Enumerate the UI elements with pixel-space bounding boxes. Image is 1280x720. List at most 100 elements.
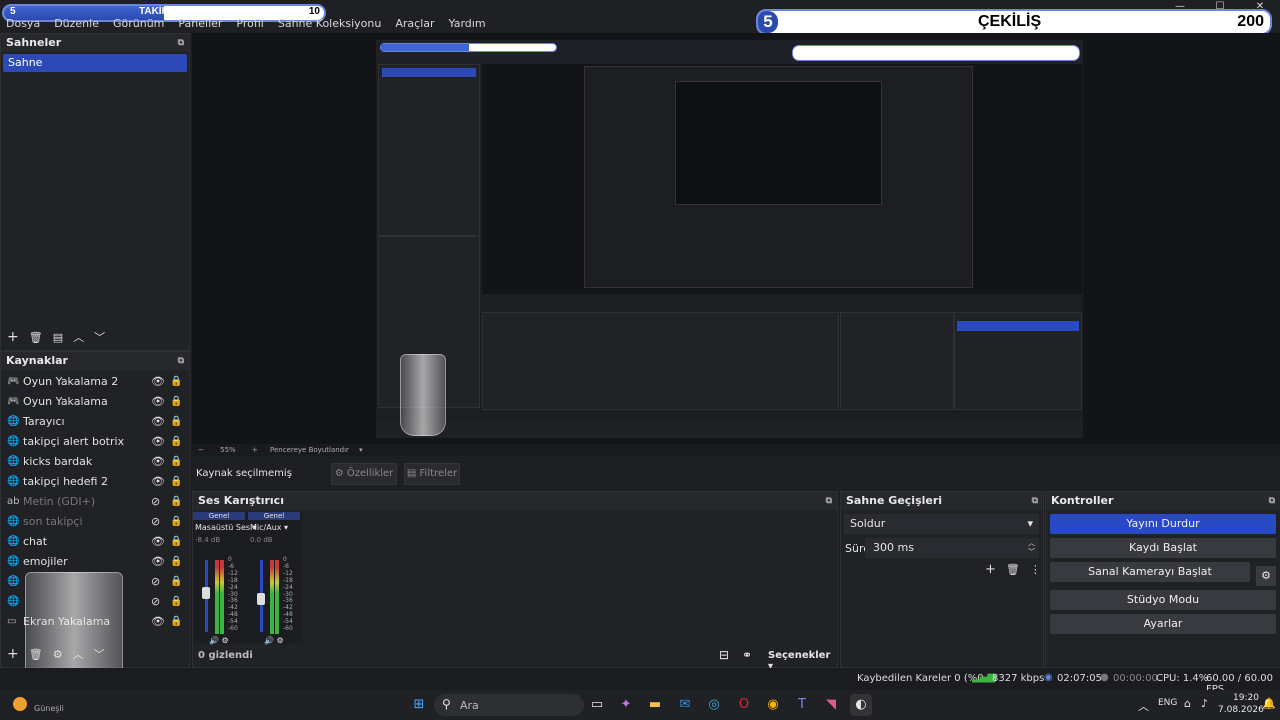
weather-icon[interactable] [13, 697, 27, 711]
undock-icon[interactable]: ⧉ [826, 492, 832, 510]
menu-view[interactable]: Görünüm [113, 17, 164, 30]
eye-icon[interactable]: 👁 [151, 612, 165, 632]
eye-off-icon[interactable]: ⊘ [151, 592, 160, 612]
channel-settings-icon[interactable]: ⚙ [222, 636, 229, 645]
eye-icon[interactable]: 👁 [151, 432, 165, 452]
stop-stream-button[interactable]: Yayını Durdur [1050, 514, 1276, 534]
more-icon[interactable]: ⋮ [1030, 563, 1041, 576]
remove-transition-icon[interactable]: 🗑 [1006, 563, 1020, 576]
lock-icon[interactable]: 🔒 [170, 532, 182, 552]
remove-scene-icon[interactable]: 🗑 [29, 331, 43, 344]
filter-icon[interactable]: ▤ [53, 331, 63, 344]
menu-help[interactable]: Yardım [449, 17, 486, 30]
source-item[interactable]: 🌐 son takipçi ⊘ 🔒 [1, 512, 189, 532]
file-explorer-icon[interactable]: ▬ [644, 694, 666, 716]
volume-slider[interactable] [202, 560, 210, 632]
vcam-settings-icon[interactable]: ⚙ [1256, 566, 1276, 586]
mute-icon[interactable]: 🔊 [209, 636, 222, 645]
filters-button[interactable]: ▤ Filtreler [404, 463, 460, 485]
menu-edit[interactable]: Düzenle [54, 17, 99, 30]
menu-profile[interactable]: Profil [236, 17, 263, 30]
volume-icon[interactable]: ♪ [1201, 697, 1208, 710]
undock-icon[interactable]: ⧉ [1032, 492, 1038, 510]
start-recording-button[interactable]: Kaydı Başlat [1050, 538, 1276, 558]
lock-icon[interactable]: 🔒 [170, 472, 182, 492]
menu-scene-collection[interactable]: Sahne Koleksiyonu [278, 17, 382, 30]
opera-icon[interactable]: O [733, 694, 755, 716]
source-item[interactable]: 🌐 emojiler 👁 🔒 [1, 552, 189, 572]
undock-icon[interactable]: ⧉ [178, 34, 184, 52]
teams-icon[interactable]: T [791, 694, 813, 716]
properties-button[interactable]: ⚙ Özellikler [331, 463, 397, 485]
eye-icon[interactable]: 👁 [151, 392, 165, 412]
eye-icon[interactable]: 👁 [151, 552, 165, 572]
lock-icon[interactable]: 🔒 [170, 372, 182, 392]
channel-settings-icon[interactable]: ⚙ [277, 636, 284, 645]
preview-canvas[interactable] [376, 40, 1083, 438]
mixer-layout-icon[interactable]: ⊟ [719, 648, 729, 662]
eye-icon[interactable]: 👁 [151, 452, 165, 472]
copilot-icon[interactable]: ✦ [615, 694, 637, 716]
outlook-icon[interactable]: ✉ [674, 694, 696, 716]
eye-icon[interactable]: 👁 [151, 532, 165, 552]
mixer-link-icon[interactable]: ⚭ [742, 648, 752, 662]
lock-icon[interactable]: 🔒 [170, 592, 182, 612]
move-up-icon[interactable]: ︿ [73, 329, 84, 345]
source-item[interactable]: 🌐 Tarayıcı 👁 🔒 [1, 412, 189, 432]
language-icon[interactable]: ENG [1158, 698, 1177, 708]
eye-off-icon[interactable]: ⊘ [151, 512, 160, 532]
undock-icon[interactable]: ⧉ [1269, 492, 1275, 510]
move-down-icon[interactable]: ﹀ [94, 329, 105, 345]
mute-icon[interactable]: 🔊 [264, 636, 277, 645]
scene-item[interactable]: Sahne [3, 54, 187, 72]
lock-icon[interactable]: 🔒 [170, 612, 182, 632]
minimize-icon[interactable]: — [1160, 0, 1200, 16]
maximize-icon[interactable]: ☐ [1200, 0, 1240, 16]
eye-icon[interactable]: 👁 [151, 412, 165, 432]
start-menu-icon[interactable]: ⊞ [408, 694, 430, 716]
undock-icon[interactable]: ⧉ [178, 352, 184, 370]
source-item[interactable]: 🎮 Oyun Yakalama 👁 🔒 [1, 392, 189, 412]
lock-icon[interactable]: 🔒 [170, 412, 182, 432]
close-icon[interactable]: ✕ [1240, 0, 1280, 16]
eye-off-icon[interactable]: ⊘ [151, 492, 160, 512]
settings-button[interactable]: Ayarlar [1050, 614, 1276, 634]
source-item[interactable]: 🎮 Oyun Yakalama 2 👁 🔒 [1, 372, 189, 392]
source-item[interactable]: 🌐 kicks bardak 👁 🔒 [1, 452, 189, 472]
spin-icon[interactable]: ︿ ﹀ [1028, 539, 1035, 557]
lock-icon[interactable]: 🔒 [170, 432, 182, 452]
notification-icon[interactable]: 🔔 [1262, 697, 1276, 710]
channel-name[interactable]: Mic/Aux ▾ [248, 523, 300, 532]
obs-icon[interactable]: ◐ [850, 694, 872, 716]
lock-icon[interactable]: 🔒 [170, 452, 182, 472]
tray-chevron-icon[interactable]: ︿ [1138, 698, 1149, 714]
source-item[interactable]: 🌐 takipçi alert botrix 👁 🔒 [1, 432, 189, 452]
eye-off-icon[interactable]: ⊘ [151, 572, 160, 592]
app-icon[interactable]: ◥ [820, 694, 842, 716]
lock-icon[interactable]: 🔒 [170, 492, 182, 512]
source-item[interactable]: 🌐 chat 👁 🔒 [1, 532, 189, 552]
eye-icon[interactable]: 👁 [151, 472, 165, 492]
add-transition-icon[interactable]: + [985, 562, 996, 577]
chrome-icon[interactable]: ◉ [762, 694, 784, 716]
lock-icon[interactable]: 🔒 [170, 552, 182, 572]
studio-mode-button[interactable]: Stüdyo Modu [1050, 590, 1276, 610]
network-icon[interactable]: ⌂ [1184, 697, 1191, 710]
volume-slider-handle[interactable] [202, 587, 210, 599]
lock-icon[interactable]: 🔒 [170, 392, 182, 412]
channel-name[interactable]: Masaüstü Ses ▾ [193, 523, 257, 532]
duration-input[interactable]: 300 ms ︿ ﹀ [865, 538, 1039, 558]
start-virtual-camera-button[interactable]: Sanal Kamerayı Başlat [1050, 562, 1250, 582]
eye-icon[interactable]: 👁 [151, 372, 165, 392]
menu-file[interactable]: Dosya [6, 17, 40, 30]
volume-slider-handle[interactable] [257, 593, 265, 605]
transition-select[interactable]: Soldur ▾ [844, 514, 1039, 534]
volume-slider[interactable] [257, 560, 265, 632]
edge-icon[interactable]: ◎ [703, 694, 725, 716]
lock-icon[interactable]: 🔒 [170, 512, 182, 532]
taskbar-search[interactable]: ⚲ Ara [434, 694, 584, 716]
zoom-out-icon[interactable]: − [198, 446, 204, 454]
menu-docks[interactable]: Paneller [178, 17, 222, 30]
source-item[interactable]: 🌐 takipçi hedefi 2 👁 🔒 [1, 472, 189, 492]
task-view-icon[interactable]: ▭ [586, 694, 608, 716]
